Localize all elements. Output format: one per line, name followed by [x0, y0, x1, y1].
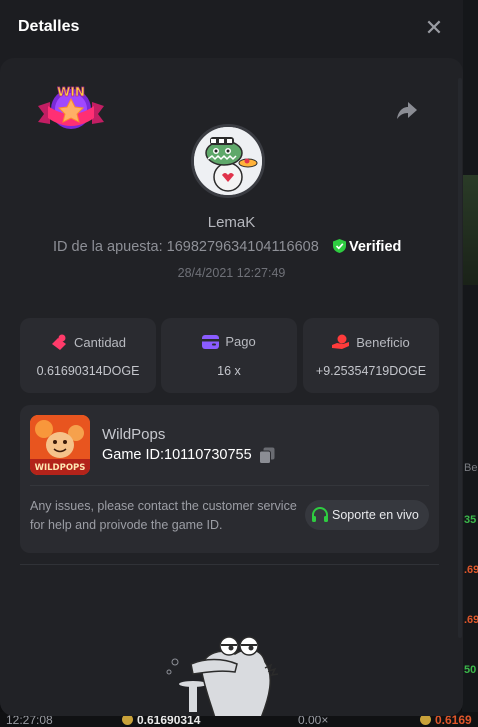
modal-header: Detalles ✕ — [0, 0, 463, 56]
share-icon[interactable] — [396, 99, 418, 121]
crocodile-mascot-icon — [166, 636, 279, 716]
username: LemaK — [207, 214, 256, 231]
background-fragment: Be — [464, 462, 478, 474]
avatar — [191, 124, 265, 198]
headset-icon — [312, 507, 328, 522]
wildpops-logo-icon: WILDPOPS — [30, 415, 90, 475]
divider — [30, 485, 429, 486]
stat-payout-value: 16 x — [217, 364, 241, 378]
modal-title: Detalles — [18, 18, 80, 35]
background-panel: Be 35 .69 .69 50 — [462, 0, 478, 727]
verified-badge[interactable]: Verified — [333, 239, 401, 255]
win-badge-text: WIN — [57, 85, 85, 99]
support-message: Any issues, please contact the customer … — [30, 499, 297, 532]
game-thumbnail[interactable]: WILDPOPS — [30, 415, 90, 475]
game-info-panel: WILDPOPS WildPops Game ID:10110730755 An… — [20, 405, 439, 553]
background-banner — [462, 175, 478, 285]
bet-timestamp: 28/4/2021 12:27:49 — [177, 266, 286, 280]
crocodile-avatar-icon — [194, 127, 262, 195]
bet-id[interactable]: ID de la apuesta: 1698279634104116608 — [53, 239, 319, 255]
stat-profit-label-wrap: Beneficio — [303, 334, 439, 350]
background-fragment: .69 — [464, 564, 478, 576]
hand-coin-icon — [332, 334, 350, 349]
verified-label: Verified — [349, 239, 402, 255]
win-badge-icon: WIN — [38, 85, 104, 129]
live-support-label: Soporte en vivo — [332, 508, 419, 522]
stat-profit-label: Beneficio — [356, 335, 410, 350]
background-fragment: 50 — [464, 664, 477, 676]
stat-amount-label-wrap: Cantidad — [20, 334, 156, 350]
bet-details-modal: Detalles ✕ WIN LemaK ID de la apuesta: 1… — [0, 0, 463, 716]
shield-check-icon — [333, 239, 346, 253]
game-name: WildPops — [102, 426, 166, 443]
coins-icon — [51, 334, 66, 350]
game-id: Game ID:10110730755 — [102, 447, 252, 463]
divider — [20, 564, 439, 565]
wallet-icon — [202, 335, 220, 349]
stat-payout: Pago 16 x — [161, 318, 297, 393]
scrollbar[interactable] — [458, 78, 462, 638]
stat-amount: Cantidad 0.61690314DOGE — [20, 318, 156, 393]
background-fragment: .69 — [464, 614, 478, 626]
copy-icon[interactable] — [259, 447, 275, 464]
stat-payout-label: Pago — [225, 334, 256, 349]
close-icon[interactable]: ✕ — [424, 17, 444, 39]
stat-amount-value: 0.61690314DOGE — [36, 364, 140, 378]
game-thumb-text: WILDPOPS — [35, 463, 86, 473]
stat-payout-label-wrap: Pago — [161, 334, 297, 349]
stat-profit-value: +9.25354719DOGE — [315, 364, 427, 378]
stat-amount-label: Cantidad — [73, 335, 127, 350]
background-fragment: 35 — [464, 514, 477, 526]
stat-profit: Beneficio +9.25354719DOGE — [303, 318, 439, 393]
live-support-button[interactable]: Soporte en vivo — [305, 500, 429, 530]
